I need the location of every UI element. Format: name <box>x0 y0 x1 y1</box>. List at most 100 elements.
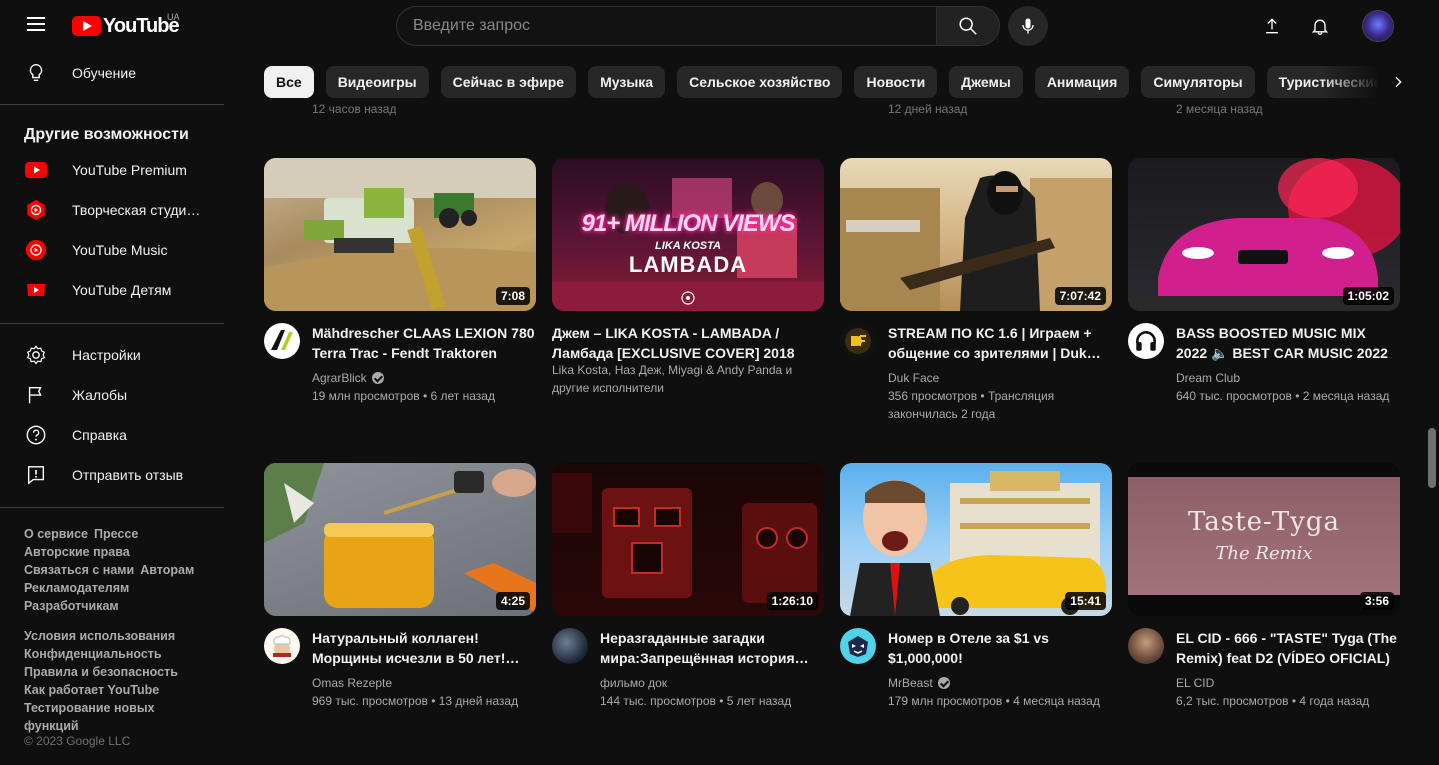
video-card[interactable]: 4:25 Натуральный коллаген! Морщины исчез… <box>264 463 536 726</box>
video-card[interactable]: 1:05:02 BASS BOOSTED MUSIC MIX 2022 🔈 BE… <box>1128 158 1400 421</box>
chip-news[interactable]: Новости <box>854 66 938 98</box>
channel-name-text: EL CID <box>1176 676 1215 690</box>
footer-link[interactable]: Авторам <box>140 563 194 577</box>
sidebar-item-settings[interactable]: Настройки <box>12 335 212 375</box>
video-thumbnail[interactable]: 7:07:42 <box>840 158 1112 311</box>
video-card[interactable]: Taste-Tyga The Remix 3:56 EL CID - 666 -… <box>1128 463 1400 726</box>
chip-video-games[interactable]: Видеоигры <box>325 66 429 98</box>
footer-link[interactable]: О сервисе <box>24 527 88 541</box>
search-button[interactable] <box>936 6 1000 46</box>
upload-button[interactable] <box>1260 14 1284 38</box>
sidebar-item-learning[interactable]: Обучение <box>12 53 212 93</box>
channel-name[interactable]: MrBeast <box>888 674 1112 692</box>
channel-name[interactable]: Omas Rezepte <box>312 674 536 692</box>
video-card[interactable]: 1:26:10 Неразгаданные загадки мира:Запре… <box>552 463 824 726</box>
collagen-jar-image <box>264 463 536 613</box>
channel-name[interactable]: Lika Kosta, Наз Деж, Miyagi & Andy Panda… <box>552 361 824 397</box>
notifications-button[interactable] <box>1308 14 1332 38</box>
footer-link[interactable]: Правила и безопасность <box>24 665 178 679</box>
video-thumbnail[interactable]: 1:05:02 <box>1128 158 1400 311</box>
video-title[interactable]: Номер в Отеле за $1 vs $1,000,000! <box>888 628 1112 668</box>
video-stats: 640 тыс. просмотров • 2 месяца назад <box>1176 389 1390 403</box>
top-bar: YouTube UA <box>0 0 1439 52</box>
channel-avatar[interactable] <box>1128 628 1164 664</box>
sidebar-item-youtube-kids[interactable]: YouTube Детям <box>12 270 212 310</box>
region-code: UA <box>167 12 180 22</box>
chips-fade <box>1320 66 1380 98</box>
channel-avatar[interactable] <box>264 323 300 359</box>
video-title[interactable]: EL CID - 666 - "TASTE" Tyga (The Remix) … <box>1176 628 1400 668</box>
page-scrollbar[interactable] <box>1428 428 1436 488</box>
chip-live[interactable]: Сейчас в эфире <box>440 66 577 98</box>
channel-avatar[interactable] <box>840 323 876 359</box>
sidebar: Обучение Другие возможности YouTube Prem… <box>0 52 224 765</box>
channel-avatar[interactable] <box>264 628 300 664</box>
footer-link[interactable]: Связаться с нами <box>24 563 134 577</box>
feedback-icon <box>24 463 48 487</box>
microphone-icon <box>1022 18 1034 34</box>
channel-avatar[interactable] <box>552 628 588 664</box>
sidebar-item-creator-studio[interactable]: Творческая студия YouTube <box>12 190 212 230</box>
channel-avatar[interactable] <box>840 628 876 664</box>
channel-name[interactable]: Duk Face <box>888 369 1112 387</box>
voice-search-button[interactable] <box>1008 6 1048 46</box>
video-title[interactable]: STREAM ПО КС 1.6 | Играем + общение со з… <box>888 323 1112 363</box>
video-thumbnail[interactable]: 15:41 <box>840 463 1112 616</box>
footer-link[interactable]: Авторские права <box>24 545 130 559</box>
channel-name-text: фильмо док <box>600 676 668 690</box>
sidebar-item-feedback[interactable]: Отправить отзыв <box>12 455 212 495</box>
search-input[interactable] <box>396 6 936 46</box>
copyright: © 2023 Google LLC <box>24 734 131 748</box>
video-card[interactable]: 91+ MILLION VIEWS LIKA KOSTA LAMBADA Дже… <box>552 158 824 421</box>
footer-link[interactable]: Рекламодателям <box>24 581 129 595</box>
footer-links-primary: О сервисе Прессе Авторские права Связатьс… <box>24 525 214 615</box>
video-stats: 6,2 тыс. просмотров • 4 года назад <box>1176 694 1370 708</box>
youtube-logo[interactable]: YouTube <box>72 14 180 38</box>
video-card[interactable]: 7:08 Mähdrescher CLAAS LEXION 780 Terra … <box>264 158 536 421</box>
footer-link[interactable]: Условия использования <box>24 629 175 643</box>
sidebar-item-help[interactable]: Справка <box>12 415 212 455</box>
video-title[interactable]: Натуральный коллаген! Морщины исчезли в … <box>312 628 536 668</box>
youtube-premium-icon <box>24 158 48 182</box>
channel-name[interactable]: Dream Club <box>1176 369 1400 387</box>
sidebar-item-reports[interactable]: Жалобы <box>12 375 212 415</box>
channel-name[interactable]: AgrarBlick <box>312 369 536 387</box>
video-thumbnail[interactable]: 1:26:10 <box>552 463 824 616</box>
sidebar-item-youtube-music[interactable]: YouTube Music <box>12 230 212 270</box>
video-thumbnail[interactable]: 4:25 <box>264 463 536 616</box>
video-title[interactable]: BASS BOOSTED MUSIC MIX 2022 🔈 BEST CAR M… <box>1176 323 1400 363</box>
footer-link[interactable]: Разработчикам <box>24 599 119 613</box>
video-thumbnail[interactable]: Taste-Tyga The Remix 3:56 <box>1128 463 1400 616</box>
video-card[interactable]: 15:41 Номер в Отеле за $1 vs $1,000,000!… <box>840 463 1112 726</box>
gear-icon <box>24 343 48 367</box>
chip-agriculture[interactable]: Сельское хозяйство <box>677 66 843 98</box>
chip-music[interactable]: Музыка <box>588 66 666 98</box>
video-thumbnail[interactable]: 91+ MILLION VIEWS LIKA KOSTA LAMBADA <box>552 158 824 311</box>
footer-link[interactable]: Как работает YouTube <box>24 683 159 697</box>
video-duration: 1:26:10 <box>766 592 818 610</box>
account-avatar[interactable] <box>1362 10 1394 42</box>
footer-link[interactable]: Прессе <box>94 527 138 541</box>
channel-avatar[interactable] <box>1128 323 1164 359</box>
video-stats: 19 млн просмотров • 6 лет назад <box>312 389 495 403</box>
channel-name[interactable]: EL CID <box>1176 674 1400 692</box>
flag-icon <box>24 383 48 407</box>
creator-studio-icon <box>24 198 48 222</box>
video-thumbnail[interactable]: 7:08 <box>264 158 536 311</box>
sidebar-item-youtube-premium[interactable]: YouTube Premium <box>12 150 212 190</box>
video-title[interactable]: Джем – LIKA KOSTA - LAMBADA / Ламбада [E… <box>552 323 824 363</box>
chips-next-button[interactable] <box>1378 66 1418 98</box>
partial-video-stats: 2 месяца назад <box>1176 102 1263 116</box>
footer-link[interactable]: Тестирование новых функций <box>24 701 154 733</box>
chip-all[interactable]: Все <box>264 66 314 98</box>
video-title[interactable]: Неразгаданные загадки мира:Запрещённая и… <box>600 628 824 668</box>
hamburger-menu-icon[interactable] <box>24 14 48 38</box>
footer-link[interactable]: Конфиденциальность <box>24 647 162 661</box>
video-title[interactable]: Mähdrescher CLAAS LEXION 780 Terra Trac … <box>312 323 536 363</box>
chip-animation[interactable]: Анимация <box>1034 66 1130 98</box>
channel-name[interactable]: фильмо док <box>600 674 824 692</box>
thumbnail-song-text: LAMBADA <box>628 252 748 277</box>
video-card[interactable]: 7:07:42 STREAM ПО КС 1.6 | Играем + обще… <box>840 158 1112 421</box>
chip-jams[interactable]: Джемы <box>949 66 1023 98</box>
chip-simulators[interactable]: Симуляторы <box>1141 66 1255 98</box>
